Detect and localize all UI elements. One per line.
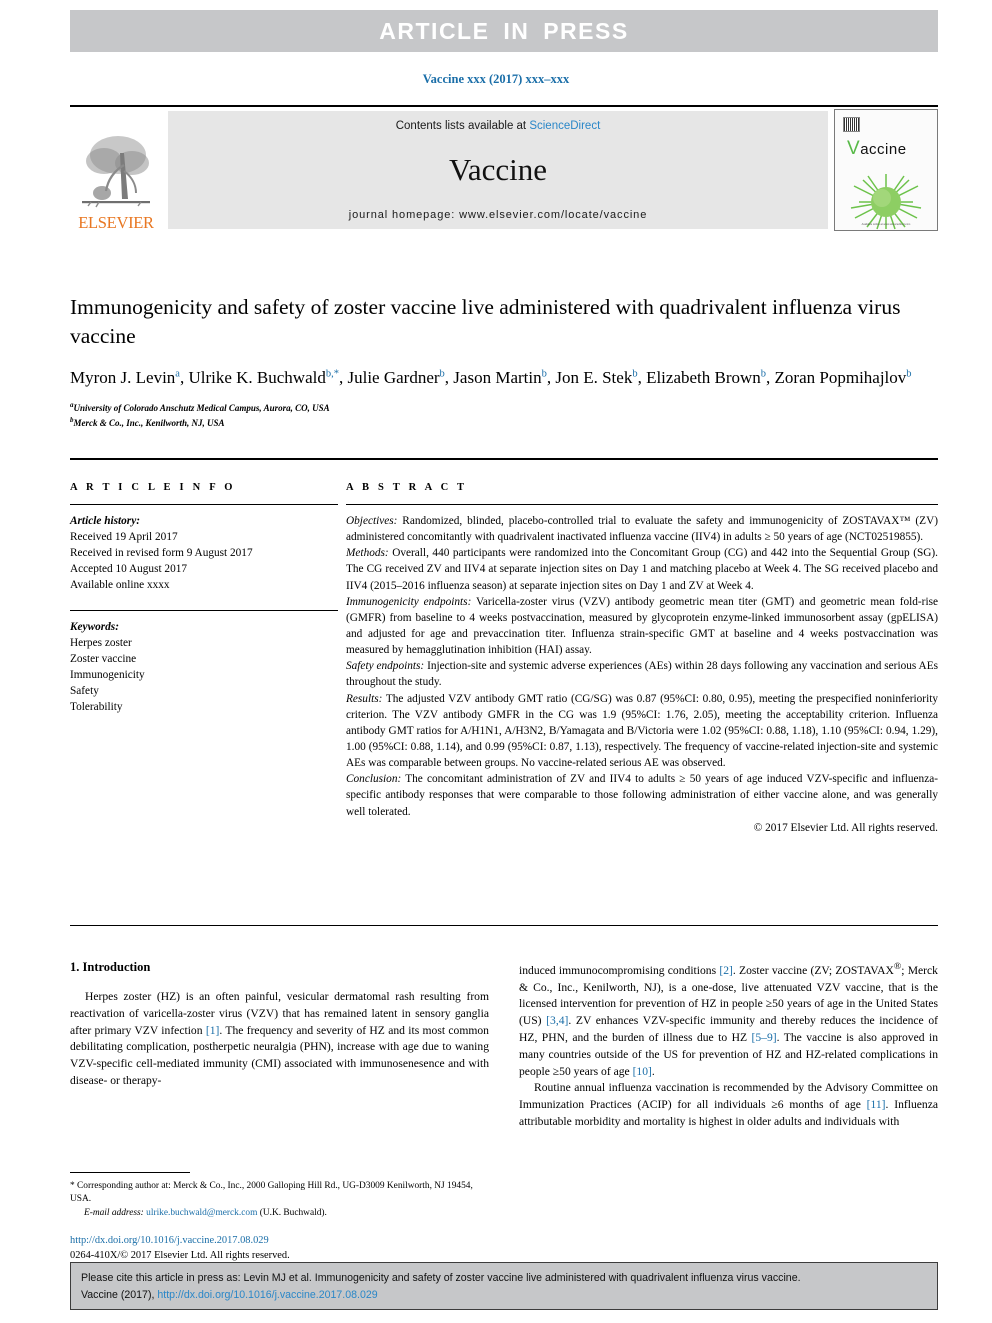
contents-prefix: Contents lists available at bbox=[395, 120, 530, 132]
abstract-copyright: © 2017 Elsevier Ltd. All rights reserved… bbox=[753, 821, 938, 834]
citation-footer-box: Please cite this article in press as: Le… bbox=[70, 1262, 938, 1310]
journal-masthead: ELSEVIER Contents lists available at Sci… bbox=[70, 105, 938, 233]
doi-link[interactable]: http://dx.doi.org/10.1016/j.vaccine.2017… bbox=[70, 1235, 269, 1246]
email-suffix: (U.K. Buchwald). bbox=[257, 1207, 327, 1218]
doi-block: http://dx.doi.org/10.1016/j.vaccine.2017… bbox=[70, 1233, 570, 1263]
history-item: Received in revised form 9 August 2017 bbox=[70, 547, 253, 560]
article-in-press-label: ARTICLE IN PRESS bbox=[379, 17, 629, 44]
keyword-item: Zoster vaccine bbox=[70, 653, 137, 666]
abstract-heading: A B S T R A C T bbox=[346, 482, 468, 493]
barcode-icon bbox=[843, 117, 860, 132]
article-history-group: Article history: Received 19 April 2017 … bbox=[70, 513, 338, 593]
abstract-safety: Safety endpoints: Injection-site and sys… bbox=[346, 658, 938, 690]
abstract-body: Objectives: Randomized, blinded, placebo… bbox=[346, 513, 938, 836]
journal-homepage: journal homepage: www.elsevier.com/locat… bbox=[348, 209, 648, 221]
journal-info-box: Contents lists available at ScienceDirec… bbox=[168, 111, 828, 229]
affiliation-a: aUniversity of Colorado Anschutz Medical… bbox=[70, 400, 330, 413]
cover-title: Vaccine bbox=[847, 138, 907, 160]
keyword-item: Safety bbox=[70, 685, 99, 698]
running-head: Vaccine xxx (2017) xxx–xxx bbox=[422, 72, 570, 86]
body-column-right: induced immunocompromising conditions [2… bbox=[519, 960, 938, 1260]
keyword-item: Tolerability bbox=[70, 701, 123, 714]
article-info-heading: A R T I C L E I N F O bbox=[70, 482, 236, 493]
footnote-email-line: E-mail address: ulrike.buchwald@merck.co… bbox=[70, 1207, 489, 1220]
email-link[interactable]: ulrike.buchwald@merck.com bbox=[146, 1208, 257, 1218]
email-address-label: E-mail address: bbox=[84, 1207, 144, 1218]
abstract-divider bbox=[346, 504, 938, 505]
affiliations: aUniversity of Colorado Anschutz Medical… bbox=[70, 400, 938, 431]
divider-above-body bbox=[70, 925, 938, 926]
author-list: Myron J. Levina, Ulrike K. Buchwaldb,*, … bbox=[70, 368, 912, 388]
abstract-objectives-text: Randomized, blinded, placebo-controlled … bbox=[346, 515, 938, 544]
abstract-safety-text: Injection-site and systemic adverse expe… bbox=[346, 660, 938, 689]
title-block: Immunogenicity and safety of zoster vacc… bbox=[70, 293, 938, 431]
abstract-conclusion: Conclusion: The concomitant administrati… bbox=[346, 771, 938, 819]
article-in-press-banner: ARTICLE IN PRESS bbox=[70, 10, 938, 52]
cover-title-initial: V bbox=[847, 138, 861, 159]
citation-prefix: Vaccine (2017), bbox=[81, 1288, 158, 1301]
abstract-immuno-label: Immunogenicity endpoints: bbox=[346, 595, 472, 608]
footnote-rule bbox=[70, 1172, 190, 1173]
affiliation-a-text: University of Colorado Anschutz Medical … bbox=[73, 402, 330, 413]
virus-illustration-icon bbox=[850, 174, 922, 230]
abstract-conclusion-text: The concomitant administration of ZV and… bbox=[346, 773, 938, 818]
abstract-conclusion-label: Conclusion: bbox=[346, 773, 402, 786]
keyword-item: Immunogenicity bbox=[70, 669, 145, 682]
footnote-corresponding: * Corresponding author at: Merck & Co., … bbox=[70, 1181, 473, 1205]
abstract-immunogenicity: Immunogenicity endpoints: Varicella-zost… bbox=[346, 594, 938, 659]
abstract-safety-label: Safety endpoints: bbox=[346, 660, 425, 673]
journal-title: Vaccine bbox=[448, 152, 548, 187]
history-item: Received 19 April 2017 bbox=[70, 531, 178, 544]
intro-paragraph-right-2: Routine annual influenza vaccination is … bbox=[519, 1081, 938, 1129]
history-item: Accepted 10 August 2017 bbox=[70, 563, 188, 576]
corresponding-author-footnote: * Corresponding author at: Merck & Co., … bbox=[70, 1172, 489, 1220]
abstract-column: A B S T R A C T Objectives: Randomized, … bbox=[338, 482, 938, 836]
info-divider-mid bbox=[70, 610, 338, 612]
abstract-results: Results: The adjusted VZV antibody GMT r… bbox=[346, 691, 938, 772]
info-abstract-region: A R T I C L E I N F O Article history: R… bbox=[70, 482, 938, 836]
citation-line-2: Vaccine (2017), http://dx.doi.org/10.101… bbox=[81, 1287, 927, 1304]
abstract-methods-text: Overall, 440 participants were randomize… bbox=[346, 547, 938, 592]
citation-line-1: Please cite this article in press as: Le… bbox=[81, 1272, 801, 1284]
article-history-label: Article history: bbox=[70, 515, 140, 527]
elsevier-tree-icon bbox=[82, 135, 150, 207]
section-heading-introduction: 1. Introduction bbox=[70, 960, 151, 974]
sciencedirect-link[interactable]: ScienceDirect bbox=[529, 120, 600, 132]
abstract-results-text: The adjusted VZV antibody GMT ratio (CG/… bbox=[346, 692, 938, 770]
affiliation-b: bMerck & Co., Inc., Kenilworth, NJ, USA bbox=[70, 416, 225, 429]
intro-paragraph-right-1: induced immunocompromising conditions [2… bbox=[519, 961, 938, 1078]
abstract-results-label: Results: bbox=[346, 692, 383, 705]
contents-available-line: Contents lists available at ScienceDirec… bbox=[396, 120, 601, 132]
keyword-item: Herpes zoster bbox=[70, 637, 132, 650]
cover-title-rest: accine bbox=[860, 141, 907, 158]
citation-doi-link[interactable]: http://dx.doi.org/10.1016/j.vaccine.2017… bbox=[157, 1289, 377, 1301]
article-info-column: A R T I C L E I N F O Article history: R… bbox=[70, 482, 338, 836]
journal-cover-thumbnail: Vaccine Available online at www.scienced… bbox=[834, 109, 938, 231]
cover-footer-text: Available online at www.sciencedirect.co… bbox=[861, 223, 911, 226]
elsevier-logo: ELSEVIER bbox=[70, 107, 162, 233]
abstract-objectives: Objectives: Randomized, blinded, placebo… bbox=[346, 513, 938, 545]
abstract-methods-label: Methods: bbox=[346, 547, 389, 560]
history-item: Available online xxxx bbox=[70, 579, 170, 592]
info-divider-top bbox=[70, 504, 338, 505]
keywords-group: Keywords: Herpes zoster Zoster vaccine I… bbox=[70, 619, 338, 715]
keywords-label: Keywords: bbox=[70, 621, 119, 634]
abstract-objectives-label: Objectives: bbox=[346, 515, 398, 527]
elsevier-wordmark: ELSEVIER bbox=[78, 212, 154, 232]
intro-paragraph-left: Herpes zoster (HZ) is an often painful, … bbox=[70, 990, 489, 1087]
issn-copyright-line: 0264-410X/© 2017 Elsevier Ltd. All right… bbox=[70, 1250, 290, 1262]
divider-above-abstract bbox=[70, 458, 938, 460]
affiliation-b-text: Merck & Co., Inc., Kenilworth, NJ, USA bbox=[73, 418, 225, 429]
abstract-methods: Methods: Overall, 440 participants were … bbox=[346, 545, 938, 593]
page-title: Immunogenicity and safety of zoster vacc… bbox=[70, 295, 901, 348]
